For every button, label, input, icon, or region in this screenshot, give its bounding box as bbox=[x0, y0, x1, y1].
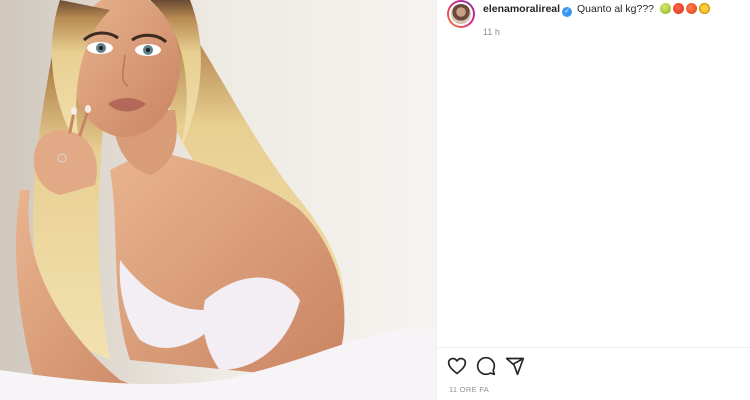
instagram-post: elenamoralireal ✓ Quanto al kg??? 11 h 1… bbox=[0, 0, 750, 400]
avatar-image bbox=[449, 2, 473, 26]
caption-row: elenamoralireal ✓ Quanto al kg??? bbox=[447, 0, 710, 28]
comment-icon[interactable] bbox=[476, 356, 496, 376]
action-icons bbox=[447, 356, 525, 376]
post-side-panel: elenamoralireal ✓ Quanto al kg??? 11 h 1… bbox=[436, 0, 750, 400]
caption: elenamoralireal ✓ Quanto al kg??? bbox=[483, 3, 710, 17]
tomato-emoji bbox=[672, 3, 684, 14]
username-link[interactable]: elenamoralireal bbox=[483, 3, 560, 15]
share-icon[interactable] bbox=[505, 356, 525, 376]
post-time-ago[interactable]: 11 ORE FA bbox=[449, 385, 489, 394]
caption-text: Quanto al kg??? bbox=[576, 3, 655, 15]
caption-emojis bbox=[659, 3, 710, 14]
tomato-emoji bbox=[685, 3, 697, 14]
heart-icon[interactable] bbox=[447, 356, 467, 376]
pear-emoji bbox=[659, 3, 671, 14]
post-photo-illustration bbox=[0, 0, 436, 400]
drooling-face-emoji bbox=[698, 3, 710, 14]
caption-timestamp[interactable]: 11 h bbox=[483, 27, 500, 37]
profile-avatar[interactable] bbox=[447, 0, 475, 28]
action-bar: 11 ORE FA bbox=[437, 347, 750, 400]
post-photo[interactable] bbox=[0, 0, 436, 400]
verified-badge-icon: ✓ bbox=[562, 7, 573, 17]
